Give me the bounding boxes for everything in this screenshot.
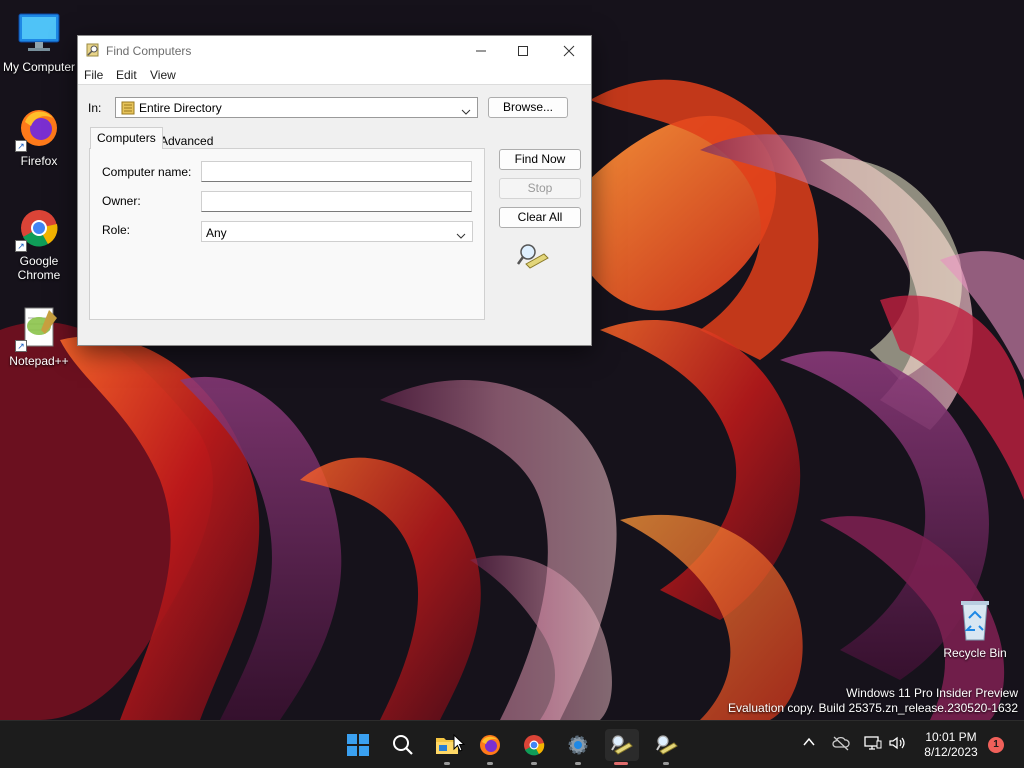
desktop-icon-label: Recycle Bin	[943, 646, 1007, 660]
window-title: Find Computers	[106, 44, 192, 58]
taskbar-find-computers-active[interactable]	[605, 729, 639, 765]
clock-date: 8/12/2023	[924, 745, 978, 759]
active-indicator	[614, 762, 628, 765]
desktop-icon-recycle-bin[interactable]: Recycle Bin	[936, 596, 1014, 660]
owner-field[interactable]	[201, 191, 472, 212]
shortcut-arrow-icon: ↗	[15, 140, 27, 152]
maximize-button[interactable]	[500, 36, 546, 65]
menu-file[interactable]: File	[84, 68, 103, 82]
running-indicator	[487, 762, 493, 765]
menu-edit[interactable]: Edit	[116, 68, 137, 82]
minimize-icon	[476, 50, 486, 52]
role-value: Any	[206, 226, 227, 240]
taskbar-clock[interactable]: 10:01 PM 8/12/2023	[915, 730, 987, 760]
watermark-line-2: Evaluation copy. Build 25375.zn_release.…	[728, 701, 1018, 715]
minimize-button[interactable]	[458, 36, 504, 65]
taskbar-settings[interactable]	[562, 729, 594, 765]
menu-view[interactable]: View	[150, 68, 176, 82]
find-computers-window: Find Computers File Edit View In: Entire…	[77, 35, 592, 346]
clear-all-button[interactable]: Clear All	[499, 207, 581, 228]
shortcut-arrow-icon: ↗	[15, 240, 27, 252]
windows-logo-icon	[347, 734, 369, 756]
monitor-icon	[15, 10, 63, 58]
chrome-icon	[524, 735, 545, 756]
desktop-icon-label: Notepad++	[9, 354, 69, 368]
running-indicator	[575, 762, 581, 765]
directory-icon	[121, 101, 135, 118]
search-icon	[393, 735, 413, 755]
close-button[interactable]	[546, 36, 592, 65]
taskbar-firefox[interactable]	[474, 729, 506, 765]
running-indicator	[444, 762, 450, 765]
search-magnifier-icon	[516, 242, 550, 273]
show-hidden-icons-chevron-up-icon[interactable]	[802, 735, 816, 752]
desktop-icon-label: My Computer	[2, 60, 76, 74]
find-now-button[interactable]: Find Now	[499, 149, 581, 170]
desktop-icon-label: Firefox	[20, 154, 58, 168]
running-indicator	[531, 762, 537, 765]
start-button[interactable]	[342, 729, 374, 761]
find-computers-icon	[656, 735, 678, 755]
in-label: In:	[88, 101, 102, 115]
title-bar[interactable]: Find Computers	[78, 36, 591, 65]
owner-label: Owner:	[102, 194, 141, 208]
notification-badge[interactable]: 1	[988, 737, 1004, 753]
taskbar-search-button[interactable]	[387, 729, 419, 761]
close-icon	[563, 45, 575, 57]
firefox-icon	[480, 735, 500, 755]
role-label: Role:	[102, 223, 131, 237]
taskbar-find-computers-2[interactable]	[650, 729, 682, 765]
network-icon[interactable]	[864, 735, 882, 754]
windows-watermark: Windows 11 Pro Insider Preview Evaluatio…	[728, 686, 1018, 716]
desktop-icon-firefox[interactable]: ↗ Firefox	[0, 104, 78, 168]
volume-icon[interactable]	[888, 735, 906, 754]
shortcut-arrow-icon: ↗	[15, 340, 27, 352]
tab-computers[interactable]: Computers	[90, 127, 163, 149]
taskbar: 10:01 PM 8/12/2023 1	[0, 720, 1024, 768]
firefox-icon: ↗	[15, 104, 63, 152]
find-computers-icon	[611, 735, 633, 755]
menu-bar: File Edit View	[78, 65, 591, 85]
chrome-icon: ↗	[15, 204, 63, 252]
watermark-line-1: Windows 11 Pro Insider Preview	[846, 686, 1018, 700]
cloud-offline-icon[interactable]	[832, 735, 850, 754]
chevron-down-icon	[456, 228, 466, 242]
clock-time: 10:01 PM	[925, 730, 977, 744]
find-computers-app-icon	[85, 42, 101, 61]
notepad-plus-plus-icon: ↗	[15, 304, 63, 352]
recycle-bin-icon	[951, 596, 999, 644]
desktop-icon-google-chrome[interactable]: ↗ Google Chrome	[0, 204, 78, 282]
desktop-icon-label: Google Chrome	[17, 254, 61, 282]
in-scope-value: Entire Directory	[139, 101, 222, 115]
stop-button[interactable]: Stop	[499, 178, 581, 199]
desktop-icon-notepad-plus-plus[interactable]: ↗ Notepad++	[0, 304, 78, 368]
mouse-cursor-icon	[453, 734, 465, 752]
role-dropdown[interactable]: Any	[201, 221, 473, 242]
running-indicator	[663, 762, 669, 765]
gear-icon	[568, 735, 588, 755]
in-scope-dropdown[interactable]: Entire Directory	[115, 97, 478, 118]
computer-name-field[interactable]	[201, 161, 472, 182]
taskbar-chrome[interactable]	[518, 729, 550, 765]
browse-button[interactable]: Browse...	[488, 97, 568, 118]
maximize-icon	[518, 46, 528, 56]
chevron-down-icon	[461, 104, 471, 118]
desktop-icon-my-computer[interactable]: My Computer	[0, 10, 78, 74]
computer-name-label: Computer name:	[102, 165, 192, 179]
